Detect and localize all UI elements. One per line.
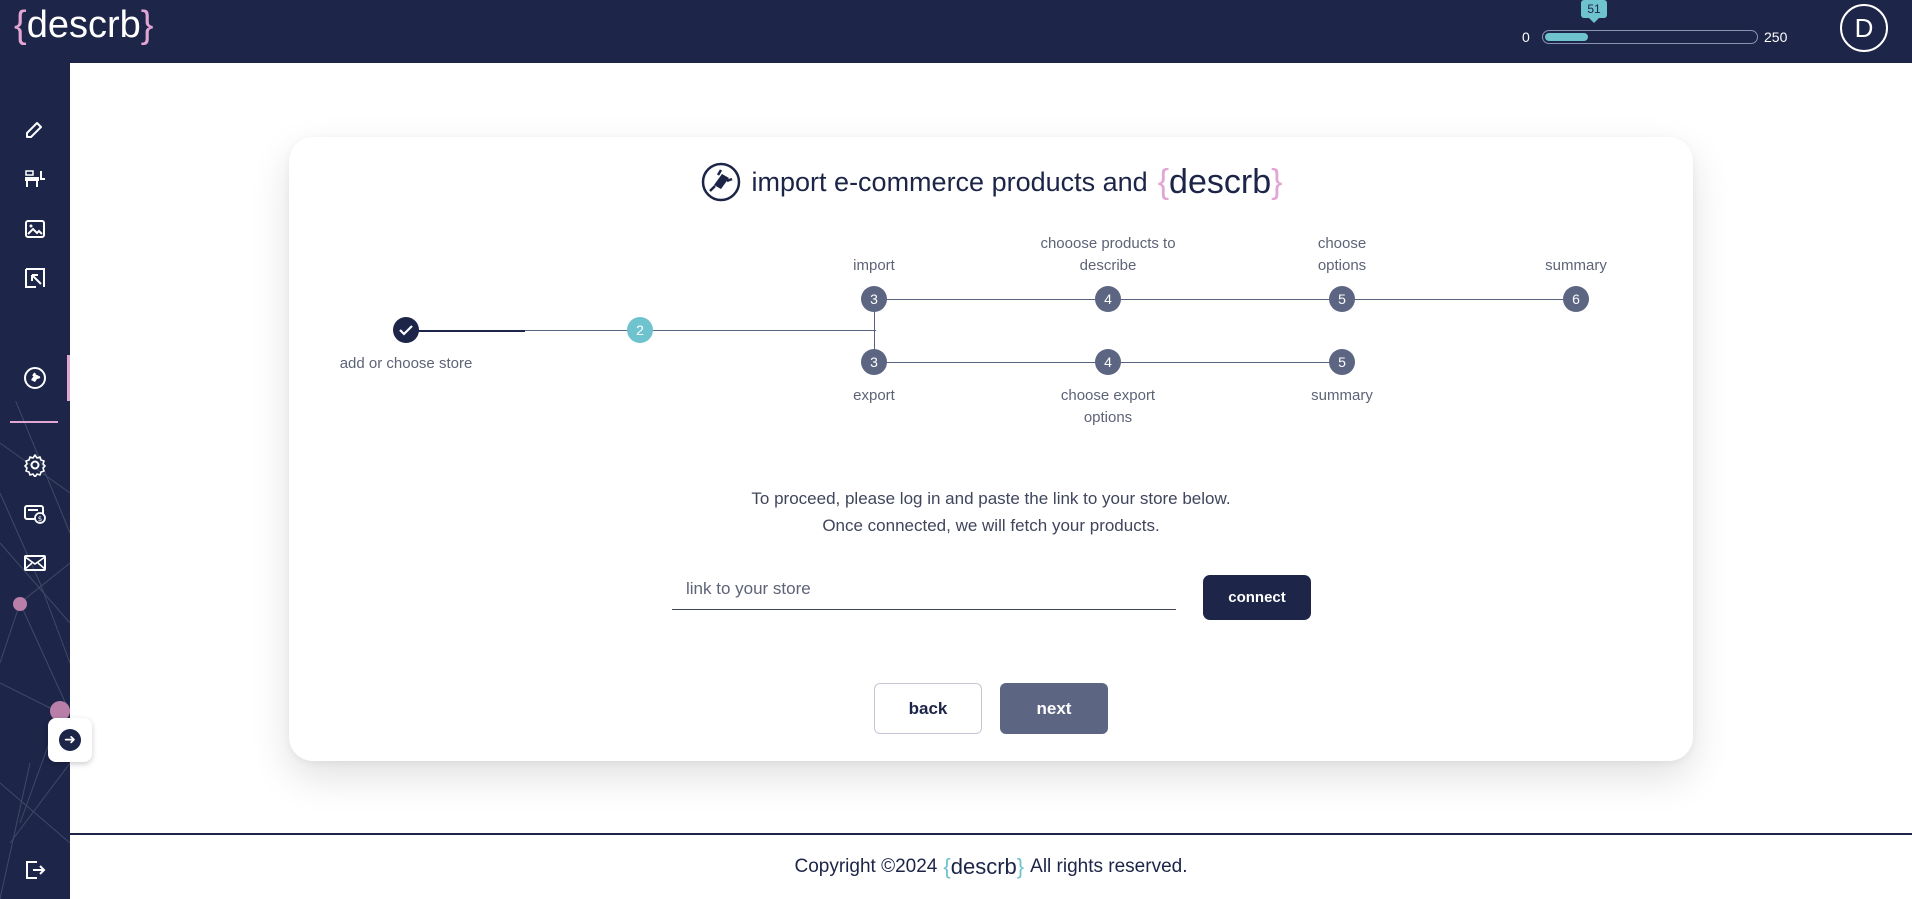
sidebar-item-settings[interactable] xyxy=(0,442,70,488)
footer-copyright: Copyright ©2024 xyxy=(794,856,938,877)
step-export-5: 5 xyxy=(1329,349,1355,375)
check-icon xyxy=(399,325,413,336)
billing-icon: $ xyxy=(24,505,46,524)
image-icon xyxy=(25,220,45,238)
logout-icon xyxy=(26,861,46,879)
connect-button[interactable]: connect xyxy=(1203,575,1311,620)
sidebar-item-billing[interactable]: $ xyxy=(0,491,70,537)
credits-max: 250 xyxy=(1764,29,1788,45)
step-import-4: 4 xyxy=(1095,286,1121,312)
sidebar-item-logout[interactable] xyxy=(0,847,70,893)
card-title: import e-commerce products and {descrb} xyxy=(289,161,1693,203)
card-title-text: import e-commerce products and xyxy=(751,166,1148,197)
step-import-3-label: import xyxy=(853,257,895,274)
sidebar: $ xyxy=(0,63,70,899)
logo-brace-open: { xyxy=(14,4,27,46)
sidebar-item-mail[interactable] xyxy=(0,540,70,586)
step-import-6-label: summary xyxy=(1545,257,1607,274)
brand-brace-open: { xyxy=(1157,162,1170,201)
instructions: To proceed, please log in and paste the … xyxy=(289,485,1693,539)
footer-brace-close: } xyxy=(1016,854,1025,879)
footer: Copyright ©2024 {descrb} All rights rese… xyxy=(70,835,1912,899)
step-import-3: 3 xyxy=(861,286,887,312)
step-1-label: add or choose store xyxy=(339,355,473,372)
instruction-line-2: Once connected, we will fetch your produ… xyxy=(822,516,1160,535)
step-1-done xyxy=(393,317,419,343)
instruction-line-1: To proceed, please log in and paste the … xyxy=(751,489,1231,508)
logo-brace-close: } xyxy=(140,4,154,46)
step-import-6: 6 xyxy=(1563,286,1589,312)
stepper-line-import xyxy=(874,299,1576,300)
footer-brand[interactable]: {descrb} xyxy=(943,854,1024,880)
step-export-3-label: export xyxy=(853,387,895,404)
credits-used-badge: 51 xyxy=(1581,0,1607,23)
logo[interactable]: {descrb} xyxy=(14,4,153,47)
import-card: import e-commerce products and {descrb} … xyxy=(289,137,1693,761)
sidebar-item-edit[interactable] xyxy=(0,106,70,152)
plug-icon xyxy=(701,162,740,202)
credits-fill xyxy=(1545,33,1588,41)
sidebar-divider xyxy=(10,421,58,423)
footer-brand-text: descrb xyxy=(950,854,1017,879)
step-import-5-label: choose options xyxy=(1317,235,1367,274)
sidebar-expand-button[interactable]: ➜ xyxy=(48,718,92,762)
products-icon xyxy=(25,170,45,187)
sidebar-item-images[interactable] xyxy=(0,206,70,252)
brand-brace-close: } xyxy=(1271,162,1283,201)
step-import-5: 5 xyxy=(1329,286,1355,312)
svg-text:$: $ xyxy=(38,515,42,523)
footer-rights: All rights reserved. xyxy=(1030,856,1188,877)
step-export-4-label: choose export options xyxy=(1060,387,1156,426)
top-bar: {descrb} 0 51 250 D xyxy=(0,0,1912,63)
plug-icon xyxy=(24,367,46,389)
mail-icon xyxy=(24,555,46,571)
step-export-4: 4 xyxy=(1095,349,1121,375)
next-button[interactable]: next xyxy=(1000,683,1108,734)
edit-icon xyxy=(26,122,42,138)
arrow-right-icon: ➜ xyxy=(59,729,81,751)
back-button[interactable]: back xyxy=(874,683,982,734)
card-title-brand: {descrb} xyxy=(1158,163,1283,202)
export-icon xyxy=(25,268,45,288)
gear-icon xyxy=(24,454,46,477)
sidebar-item-import[interactable] xyxy=(0,355,70,401)
footer-brace-open: { xyxy=(943,854,951,879)
sidebar-item-products[interactable] xyxy=(0,156,70,202)
step-2: 2 xyxy=(627,317,653,343)
credits-meter: 0 51 250 xyxy=(1522,0,1822,58)
credits-min: 0 xyxy=(1522,29,1530,45)
avatar[interactable]: D xyxy=(1840,4,1888,52)
sidebar-item-export[interactable] xyxy=(0,255,70,301)
logo-text: descrb xyxy=(26,4,141,46)
stepper-line-done xyxy=(406,330,525,332)
step-export-5-label: summary xyxy=(1311,387,1373,404)
store-link-input[interactable] xyxy=(672,568,1176,610)
brand-text: descrb xyxy=(1169,162,1272,201)
step-export-3: 3 xyxy=(861,349,887,375)
step-import-4-label: chooose products to describe xyxy=(1040,235,1176,274)
credits-track xyxy=(1542,30,1758,44)
